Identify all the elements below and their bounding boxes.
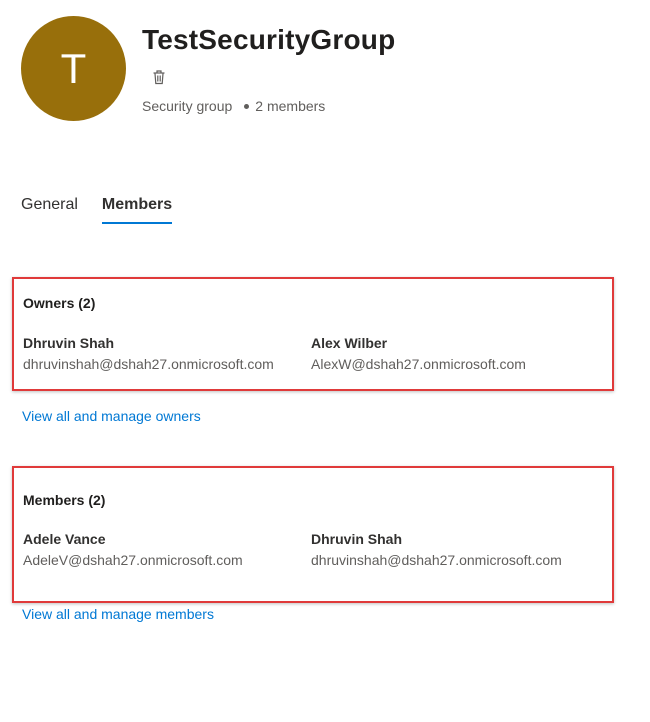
- owner-email: dhruvinshah@dshah27.onmicrosoft.com: [23, 356, 274, 372]
- manage-members-link[interactable]: View all and manage members: [22, 606, 214, 622]
- member-email: dhruvinshah@dshah27.onmicrosoft.com: [311, 552, 562, 568]
- members-card: Members (2) Adele Vance AdeleV@dshah27.o…: [12, 466, 614, 603]
- tab-bar: General Members: [21, 196, 196, 224]
- owner-name: Dhruvin Shah: [23, 335, 115, 351]
- member-name: Dhruvin Shah: [311, 531, 403, 547]
- tab-general[interactable]: General: [21, 196, 78, 224]
- group-avatar: T: [21, 16, 126, 121]
- member-name: Adele Vance: [23, 531, 106, 547]
- group-meta: Security group 2 members: [142, 98, 325, 114]
- owner-item: Alex Wilber AlexW@dshah27.onmicrosoft.co…: [311, 335, 526, 372]
- owners-card: Owners (2) Dhruvin Shah dhruvinshah@dsha…: [12, 277, 614, 391]
- owner-item: Dhruvin Shah dhruvinshah@dshah27.onmicro…: [23, 335, 274, 372]
- members-title: Members (2): [23, 492, 106, 508]
- owners-title: Owners (2): [23, 295, 96, 311]
- member-count: 2 members: [255, 98, 326, 114]
- group-type: Security group: [142, 98, 233, 114]
- owner-email: AlexW@dshah27.onmicrosoft.com: [311, 356, 526, 372]
- tab-members[interactable]: Members: [101, 196, 173, 224]
- group-name: TestSecurityGroup: [142, 24, 396, 55]
- trash-icon[interactable]: [150, 68, 168, 86]
- manage-owners-link[interactable]: View all and manage owners: [22, 408, 201, 424]
- separator-dot: [244, 103, 250, 109]
- member-item: Dhruvin Shah dhruvinshah@dshah27.onmicro…: [311, 531, 562, 568]
- avatar-initial: T: [60, 44, 87, 92]
- member-item: Adele Vance AdeleV@dshah27.onmicrosoft.c…: [23, 531, 243, 568]
- owner-name: Alex Wilber: [311, 335, 388, 351]
- member-email: AdeleV@dshah27.onmicrosoft.com: [23, 552, 243, 568]
